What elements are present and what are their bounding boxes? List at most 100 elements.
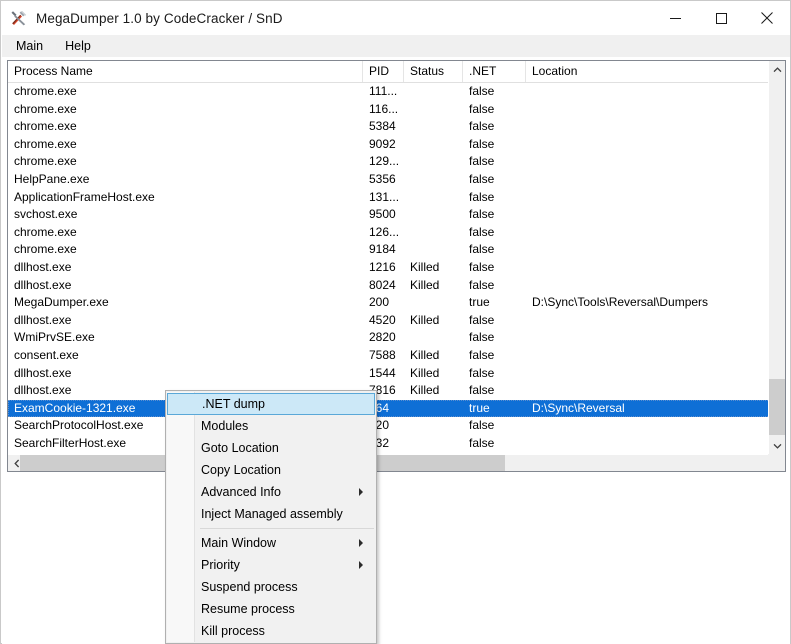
context-menu-item[interactable]: Copy Location	[167, 459, 375, 481]
cell-name: dllhost.exe	[14, 259, 72, 274]
table-row[interactable]: dllhost.exe 8024 Killed false	[8, 277, 770, 295]
chevron-down-icon[interactable]	[769, 437, 785, 454]
column-header-name[interactable]: Process Name	[8, 61, 363, 82]
cell-location	[526, 171, 770, 189]
cell-net: true	[469, 295, 490, 310]
context-menu-item[interactable]: Main Window	[167, 532, 375, 554]
context-menu-item-label: Modules	[201, 419, 249, 433]
cell-pid: 129...	[369, 154, 400, 169]
column-header-pid[interactable]: PID	[363, 61, 404, 82]
context-menu-item[interactable]: Goto Location	[167, 437, 375, 459]
bottom-pane	[2, 473, 790, 644]
cell-location: D:\Sync\Tools\Reversal\Dumpers	[532, 295, 709, 310]
context-menu-item[interactable]: Advanced Info	[167, 481, 375, 503]
cell-status	[404, 118, 463, 136]
context-menu-item-label: Inject Managed assembly	[201, 507, 343, 521]
table-row[interactable]: consent.exe 7588 Killed false	[8, 347, 770, 365]
cell-name: chrome.exe	[14, 154, 77, 169]
cell-location	[526, 417, 770, 435]
table-row[interactable]: chrome.exe 9184 false	[8, 241, 770, 259]
cell-status	[404, 189, 463, 207]
vertical-scrollbar-thumb[interactable]	[769, 379, 785, 435]
table-row[interactable]: ApplicationFrameHost.exe 131... false	[8, 189, 770, 207]
cell-pid: 5356	[369, 171, 396, 186]
table-row[interactable]: dllhost.exe 7816 Killed false	[8, 382, 770, 400]
table-row[interactable]: chrome.exe 9092 false	[8, 136, 770, 154]
cell-name: HelpPane.exe	[14, 171, 90, 186]
scrollbar-corner	[768, 454, 785, 471]
cell-net: false	[469, 383, 495, 398]
cell-status	[404, 400, 463, 418]
cell-name: chrome.exe	[14, 101, 77, 116]
maximize-icon[interactable]	[698, 1, 744, 35]
cell-location	[526, 241, 770, 259]
table-row[interactable]: dllhost.exe 1216 Killed false	[8, 259, 770, 277]
vertical-scrollbar[interactable]	[768, 61, 785, 454]
chevron-up-icon[interactable]	[769, 61, 785, 78]
column-header-status[interactable]: Status	[404, 61, 463, 82]
submenu-arrow-icon	[359, 561, 363, 569]
table-row[interactable]: chrome.exe 5384 false	[8, 118, 770, 136]
table-row[interactable]: ExamCookie-1321.exe 364 true D:\Sync\Revers…	[8, 399, 770, 418]
column-header-net[interactable]: .NET	[463, 61, 526, 82]
cell-status	[404, 417, 463, 435]
cell-status	[404, 101, 463, 119]
submenu-arrow-icon	[359, 539, 363, 547]
table-row[interactable]: chrome.exe 111... false	[8, 83, 770, 101]
table-row[interactable]: dllhost.exe 4520 Killed false	[8, 312, 770, 330]
context-menu-item[interactable]: Modules	[167, 415, 375, 437]
cell-pid: 116...	[369, 101, 399, 116]
table-row[interactable]: chrome.exe 116... false	[8, 101, 770, 119]
cell-net: false	[469, 418, 495, 433]
context-menu-item[interactable]: Priority	[167, 554, 375, 576]
context-menu-item-label: Resume process	[201, 602, 295, 616]
table-row[interactable]: HelpPane.exe 5356 false	[8, 171, 770, 189]
cell-name: chrome.exe	[14, 84, 77, 98]
cell-name: svchost.exe	[14, 207, 78, 222]
context-menu-item-label: Copy Location	[201, 463, 281, 477]
close-icon[interactable]	[744, 1, 790, 35]
cell-pid: 8024	[369, 277, 396, 292]
cell-status: Killed	[410, 365, 440, 380]
context-menu-item[interactable]: Resume process	[167, 598, 375, 620]
context-menu-item[interactable]: Suspend process	[167, 576, 375, 598]
cell-status	[404, 294, 463, 312]
context-menu-item-label: Main Window	[201, 536, 277, 550]
table-row[interactable]: WmiPrvSE.exe 2820 false	[8, 329, 770, 347]
cell-name: chrome.exe	[14, 242, 77, 257]
cell-location: D:\Sync\Reversal	[532, 400, 625, 415]
cell-location	[526, 118, 770, 136]
context-menu-item[interactable]: Kill process	[167, 620, 375, 642]
table-row[interactable]: MegaDumper.exe 200 true D:\Sync\Tools\Rever…	[8, 294, 770, 312]
horizontal-scrollbar[interactable]	[8, 454, 785, 471]
cell-name: dllhost.exe	[14, 365, 72, 380]
column-header-location[interactable]: Location	[526, 61, 770, 82]
table-row[interactable]: svchost.exe 9500 false	[8, 206, 770, 224]
cell-name: dllhost.exe	[14, 277, 72, 292]
cell-location	[526, 206, 770, 224]
context-menu-item[interactable]: .NET dump	[167, 393, 375, 415]
cell-name: ApplicationFrameHost.exe	[14, 189, 155, 204]
table-row[interactable]: SearchProtocolHost.exe 720 false	[8, 417, 770, 435]
table-row[interactable]: SearchFilterHost.exe 732 false	[8, 435, 770, 453]
application-window: MegaDumper 1.0 by CodeCracker / SnD Main…	[0, 0, 791, 644]
list-column-headers: Process Name PID Status .NET Location	[8, 61, 770, 83]
table-row[interactable]: dllhost.exe 1544 Killed false	[8, 365, 770, 383]
menubar-item-help[interactable]: Help	[65, 37, 102, 55]
cell-pid: 7588	[369, 347, 396, 362]
table-row[interactable]: chrome.exe 126... false	[8, 224, 770, 242]
cell-net: false	[469, 154, 495, 169]
table-row[interactable]: chrome.exe 129... false	[8, 153, 770, 171]
context-menu-item[interactable]: Inject Managed assembly	[167, 503, 375, 525]
menubar-item-main[interactable]: Main	[16, 37, 54, 55]
cell-net: false	[469, 330, 495, 345]
cell-pid: 2820	[369, 330, 396, 345]
cell-net: false	[469, 101, 495, 116]
context-menu-separator	[200, 528, 374, 529]
process-list[interactable]: Process Name PID Status .NET Location chrome…	[7, 60, 786, 472]
cell-location	[526, 83, 770, 101]
cell-status	[404, 153, 463, 171]
cell-status: Killed	[410, 312, 440, 327]
cell-location	[526, 224, 770, 242]
minimize-icon[interactable]	[652, 1, 698, 35]
